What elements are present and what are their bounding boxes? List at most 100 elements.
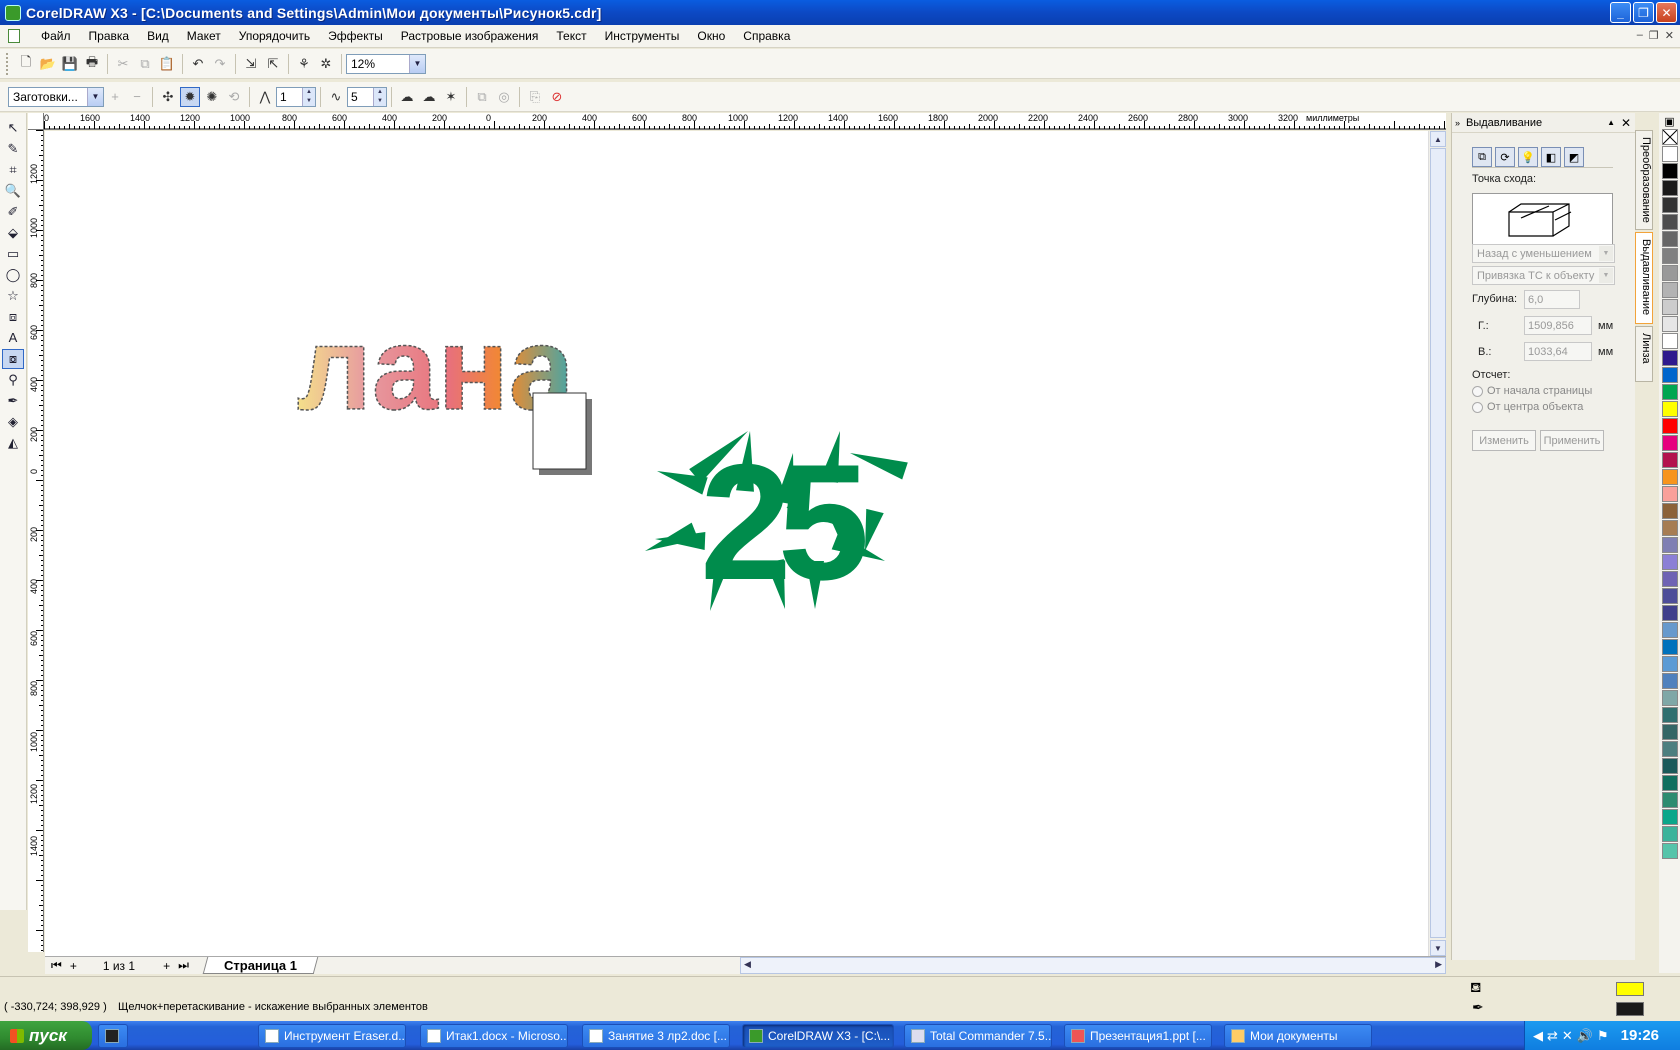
scroll-down-icon[interactable]: ▼ <box>1430 940 1446 956</box>
clear-distortion-icon[interactable]: ⊘ <box>547 87 567 107</box>
outline-color-swatch[interactable] <box>1616 1002 1644 1016</box>
presets-combo[interactable]: Заготовки... ▼ <box>8 86 104 107</box>
menu-layout[interactable]: Макет <box>178 29 230 43</box>
horizontal-scrollbar[interactable]: ◀ ▶ <box>740 957 1446 974</box>
fill-tool-icon[interactable]: ◈ <box>2 412 24 432</box>
copy-properties-icon[interactable]: ⎘ <box>525 87 545 107</box>
fill-color-swatch[interactable] <box>1616 982 1644 996</box>
ruler-corner[interactable] <box>28 113 44 130</box>
distorted-text-25[interactable]: 25 <box>700 430 880 614</box>
color-swatch[interactable] <box>1661 758 1678 774</box>
color-swatch[interactable] <box>1661 146 1678 162</box>
copy-distortion-icon[interactable]: ⧉ <box>472 87 492 107</box>
extrude-preview[interactable] <box>1472 193 1613 245</box>
color-swatch[interactable] <box>1661 673 1678 689</box>
tab-extrude[interactable]: Выдавливание <box>1635 232 1653 324</box>
zoom-combo[interactable]: 12% ▼ <box>346 53 426 74</box>
ellipse-tool-icon[interactable]: ◯ <box>2 265 24 285</box>
vertical-scrollbar[interactable]: ▲ ▼ <box>1428 131 1446 956</box>
maximize-button[interactable]: ❐ <box>1633 2 1654 23</box>
extrude-lighting-icon[interactable]: 💡 <box>1518 147 1538 167</box>
color-swatch[interactable] <box>1661 248 1678 264</box>
rectangle-tool-icon[interactable]: ▭ <box>2 244 24 264</box>
tab-lens[interactable]: Линза <box>1635 326 1653 382</box>
menu-text[interactable]: Текст <box>547 29 595 43</box>
spin-down-icon[interactable]: ▼ <box>302 96 315 106</box>
color-swatch[interactable] <box>1661 826 1678 842</box>
color-swatch[interactable] <box>1661 231 1678 247</box>
interactive-distortion-icon[interactable]: ⟲ <box>224 87 244 107</box>
color-swatch[interactable] <box>1661 588 1678 604</box>
new-icon[interactable]: 🗋 <box>16 54 36 74</box>
tray-back-icon[interactable]: ◀ <box>1533 1028 1543 1044</box>
tab-transform[interactable]: Преобразование <box>1635 130 1653 230</box>
first-page-icon[interactable]: ⏮ <box>51 958 62 973</box>
text-tool-icon[interactable]: A <box>2 328 24 348</box>
basic-shapes-tool-icon[interactable]: ⧈ <box>2 307 24 327</box>
horizontal-input[interactable]: 1509,856 <box>1524 316 1592 335</box>
color-swatch[interactable] <box>1661 469 1678 485</box>
application-launcher-icon[interactable]: ⚘ <box>294 54 314 74</box>
zoom-tool-icon[interactable]: 🔍 <box>2 181 24 201</box>
local-distortion-icon[interactable]: ✶ <box>441 87 461 107</box>
origin-page-radio[interactable]: От начала страницы <box>1472 385 1592 397</box>
extrude-camera-icon[interactable]: ⧉ <box>1472 147 1492 167</box>
color-swatch[interactable] <box>1661 316 1678 332</box>
smooth-distortion-icon[interactable]: ☁ <box>419 87 439 107</box>
random-distortion-icon[interactable]: ☁ <box>397 87 417 107</box>
copy-icon[interactable]: ⧉ <box>135 54 155 74</box>
smart-fill-tool-icon[interactable]: ⬙ <box>2 223 24 243</box>
add-preset-icon[interactable]: + <box>105 87 125 107</box>
doc-close-icon[interactable]: ✕ <box>1665 29 1674 42</box>
amplitude-icon[interactable]: ⋀ <box>255 87 275 107</box>
color-swatch[interactable] <box>1661 197 1678 213</box>
color-swatch[interactable] <box>1661 418 1678 434</box>
frequency-spinner[interactable]: 5 ▲ ▼ <box>347 86 387 107</box>
eyedropper-tool-icon[interactable]: ⚲ <box>2 370 24 390</box>
chevron-down-icon[interactable]: ▼ <box>1599 268 1613 283</box>
save-icon[interactable]: 💾 <box>60 54 80 74</box>
corel-online-icon[interactable]: ✲ <box>316 54 336 74</box>
color-swatch[interactable] <box>1661 520 1678 536</box>
scroll-thumb[interactable] <box>1430 148 1446 938</box>
origin-object-radio[interactable]: От центра объекта <box>1472 401 1583 413</box>
color-swatch[interactable] <box>1661 299 1678 315</box>
chevron-down-icon[interactable]: ▼ <box>409 54 425 73</box>
menu-window[interactable]: Окно <box>688 29 734 43</box>
palette-options-icon[interactable]: ▣ <box>1664 115 1674 128</box>
menu-edit[interactable]: Правка <box>80 29 139 43</box>
color-swatch[interactable] <box>1661 384 1678 400</box>
print-icon[interactable]: 🖶 <box>82 54 102 74</box>
color-swatch[interactable] <box>1661 843 1678 859</box>
outline-tool-icon[interactable]: ✒ <box>2 391 24 411</box>
import-icon[interactable]: ⇲ <box>241 54 261 74</box>
twister-distortion-icon[interactable]: ✺ <box>202 87 222 107</box>
start-button[interactable]: пуск <box>0 1021 92 1050</box>
color-swatch[interactable] <box>1661 486 1678 502</box>
color-swatch[interactable] <box>1661 724 1678 740</box>
minimize-button[interactable]: _ <box>1610 2 1631 23</box>
frequency-icon[interactable]: ∿ <box>326 87 346 107</box>
scroll-right-icon[interactable]: ▶ <box>1435 959 1442 970</box>
color-swatch[interactable] <box>1661 656 1678 672</box>
color-swatch[interactable] <box>1661 639 1678 655</box>
drawing-canvas[interactable]: лана 25 <box>45 131 1428 956</box>
interactive-distortion-tool-icon[interactable]: ⧇ <box>2 348 24 369</box>
chevron-down-icon[interactable]: ▼ <box>1599 246 1613 261</box>
add-page-before-icon[interactable]: + <box>70 959 77 973</box>
taskbar-item[interactable]: Мои документы <box>1224 1024 1372 1048</box>
toolbar-grip[interactable] <box>6 52 9 75</box>
menu-help[interactable]: Справка <box>734 29 799 43</box>
taskbar-item[interactable]: Инструмент Eraser.d... <box>258 1024 406 1048</box>
horizontal-ruler[interactable]: 0 1600 1400 1200 1000 800 600 400 200 0 … <box>44 113 1446 130</box>
color-swatch[interactable] <box>1661 809 1678 825</box>
color-swatch[interactable] <box>1661 401 1678 417</box>
color-swatch[interactable] <box>1661 707 1678 723</box>
docker-collapse-icon[interactable]: ▲ <box>1607 118 1615 127</box>
menu-file[interactable]: Файл <box>32 29 80 43</box>
color-swatch[interactable] <box>1661 605 1678 621</box>
vanishing-lock-combo[interactable]: Привязка ТС к объекту ▼ <box>1472 266 1615 285</box>
menu-view[interactable]: Вид <box>138 29 178 43</box>
color-swatch[interactable] <box>1661 180 1678 196</box>
extrude-rotation-icon[interactable]: ⟳ <box>1495 147 1515 167</box>
